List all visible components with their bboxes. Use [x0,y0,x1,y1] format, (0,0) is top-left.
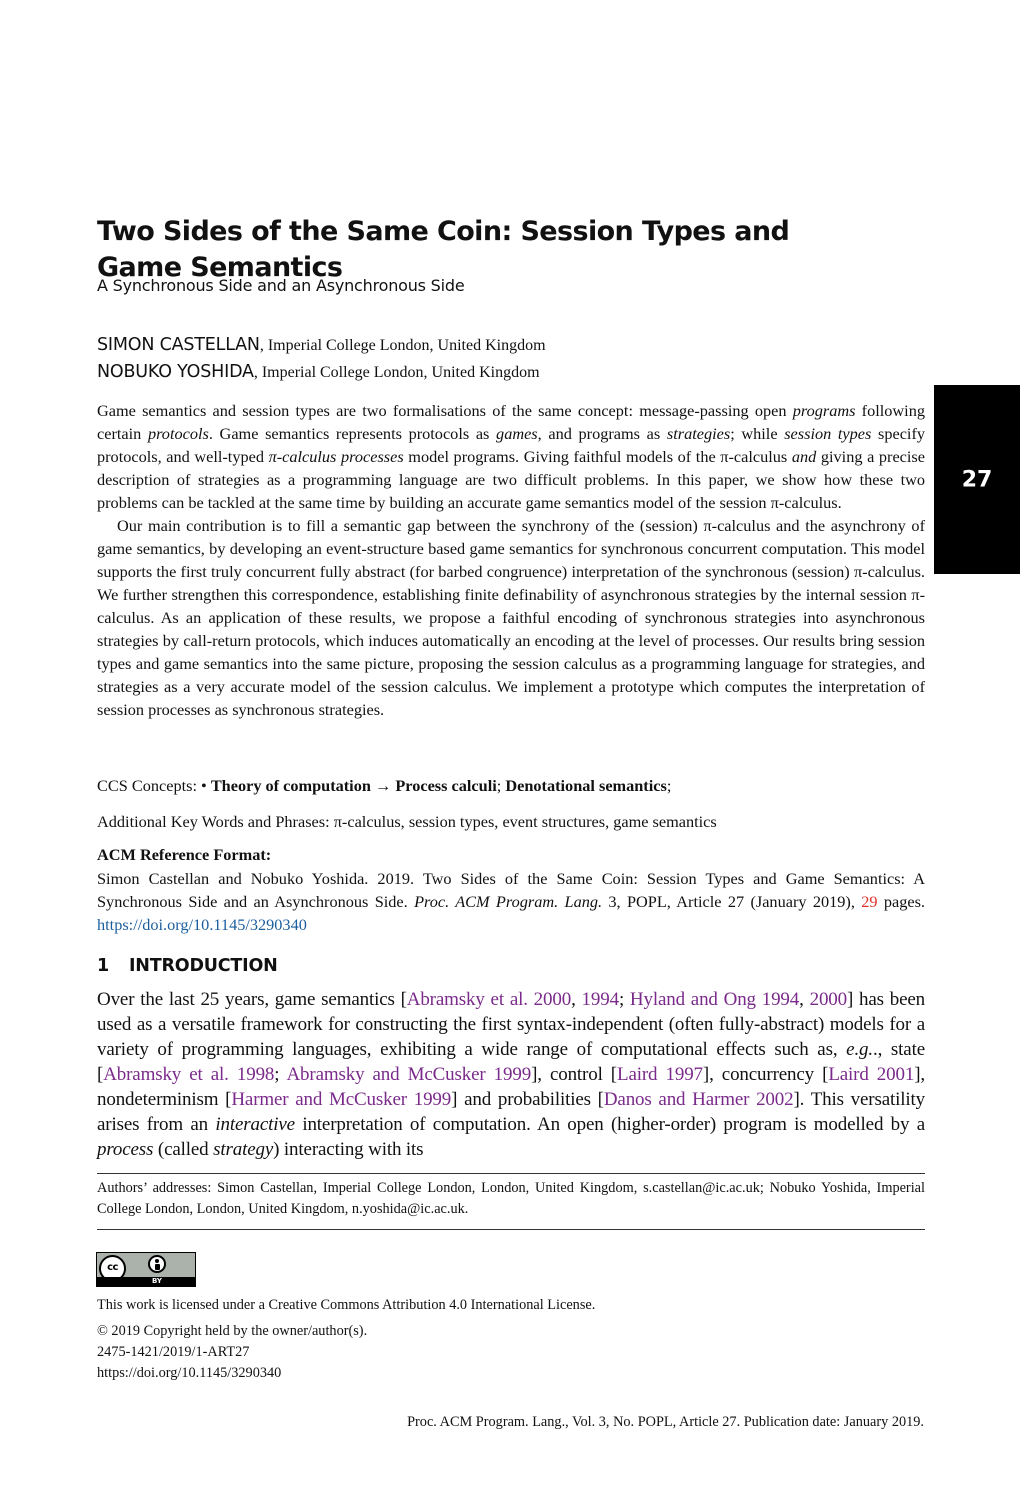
text-run: Game semantics and session types are two… [97,401,793,420]
citation-link[interactable]: Laird 1997 [617,1064,703,1085]
cc-by-license-badge[interactable]: cc BY [96,1252,196,1287]
doi-link[interactable]: https://doi.org/10.1145/3290340 [97,1365,281,1382]
reference-text: pages. [877,892,925,911]
citation-link[interactable]: Danos and Harmer 2002 [604,1089,794,1110]
license-statement: This work is licensed under a Creative C… [97,1297,596,1313]
emphasis-text: programs [792,401,856,420]
abstract: Game semantics and session types are two… [97,399,925,721]
authors-addresses: Authors’ addresses: Simon Castellan, Imp… [97,1180,925,1217]
reference-text: 3, POPL, Article 27 (January 2019), [602,892,862,911]
ccs-concepts: CCS Concepts: • Theory of computation → … [97,776,925,796]
ccs-item: Process calculi [395,776,497,795]
ccs-label: CCS Concepts: • [97,776,211,795]
emphasis-text: process [97,1139,154,1160]
section-heading: 1 INTRODUCTION [97,956,278,976]
citation-link[interactable]: Abramsky and McCusker 1999 [286,1064,531,1085]
emphasis-text: games [496,424,538,443]
text-run: (called [153,1139,214,1160]
page-count-link[interactable]: 29 [861,892,877,911]
journal-name: Proc. ACM Program. Lang. [414,892,603,911]
author-name: SIMON CASTELLAN [97,335,260,355]
text-run: , [571,989,582,1010]
author: SIMON CASTELLAN, Imperial College London… [97,335,546,355]
text-run: , [799,989,810,1010]
issn: 2475-1421/2019/1-ART27 [97,1344,250,1360]
abstract-paragraph: Our main contribution is to fill a seman… [97,516,925,719]
emphasis-text: strategies [666,424,731,443]
footnote-divider [97,1173,925,1174]
ccs-concept: Theory of computation [210,776,371,795]
copyright: © 2019 Copyright held by the owner/autho… [97,1323,368,1339]
text-run: . Game semantics represents protocols as [208,424,497,443]
citation-link[interactable]: Abramsky et al. 1998 [103,1064,274,1085]
abstract-paragraph: Game semantics and session types are two… [97,399,925,514]
text-run: ] and probabilities [ [451,1089,604,1110]
page-footer: Proc. ACM Program. Lang., Vol. 3, No. PO… [407,1414,924,1430]
citation-link[interactable]: Hyland and Ong 1994 [630,989,799,1010]
emphasis-text: interactive [215,1114,295,1135]
text-run: Over the last 25 years, game semantics [ [97,989,407,1010]
text-run: ], control [ [531,1064,617,1085]
text-run: ; [618,989,630,1010]
citation-link[interactable]: Laird 2001 [828,1064,914,1085]
emphasis-text: session types [784,424,872,443]
emphasis-text: strategy [213,1139,274,1160]
author-name: NOBUKO YOSHIDA [97,362,254,382]
citation-link[interactable]: 1994 [582,989,620,1010]
introduction-body: Over the last 25 years, game semantics [… [97,987,925,1162]
text-run: , and programs as [537,424,667,443]
text-run: ) interacting with its [273,1139,424,1160]
keywords: Additional Key Words and Phrases: π-calc… [97,812,717,831]
author-affiliation: , Imperial College London, United Kingdo… [259,337,546,354]
section-title: INTRODUCTION [129,956,278,976]
article-number: 27 [961,467,993,492]
introduction-paragraph: Over the last 25 years, game semantics [… [97,987,925,1162]
author-affiliation: , Imperial College London, United Kingdo… [253,364,540,381]
emphasis-text: and [791,447,817,466]
doi-link[interactable]: https://doi.org/10.1145/3290340 [97,915,307,934]
ccs-item: Denotational semantics [505,776,667,795]
attribution-person-icon [148,1255,166,1273]
footnote-divider [97,1229,925,1230]
citation-link[interactable]: Harmer and McCusker 1999 [231,1089,451,1110]
text-run: interpretation of computation. An open (… [294,1114,925,1135]
emphasis-text: protocols [147,424,209,443]
text-run: ], concurrency [ [702,1064,829,1085]
emphasis-text: e.g. [846,1039,873,1060]
by-label: BY [97,1277,195,1286]
citation-link[interactable]: Abramsky et al. 2000 [407,989,571,1010]
section-number: 1 [97,956,109,976]
acm-reference: Simon Castellan and Nobuko Yoshida. 2019… [97,867,925,936]
ccs-end: ; [666,776,672,795]
article-number-tab: 27 [934,385,1020,574]
text-run: model programs. Giving faithful models o… [403,447,792,466]
citation-link[interactable]: 2000 [810,989,848,1010]
ccs-arrow: → [370,776,396,795]
paper-subtitle: A Synchronous Side and an Asynchronous S… [97,276,465,295]
acm-reference-heading: ACM Reference Format: [97,845,272,864]
text-run: ; while [730,424,785,443]
text-run: ; [274,1064,287,1085]
author: NOBUKO YOSHIDA, Imperial College London,… [97,362,540,382]
emphasis-text: π-calculus processes [268,447,404,466]
